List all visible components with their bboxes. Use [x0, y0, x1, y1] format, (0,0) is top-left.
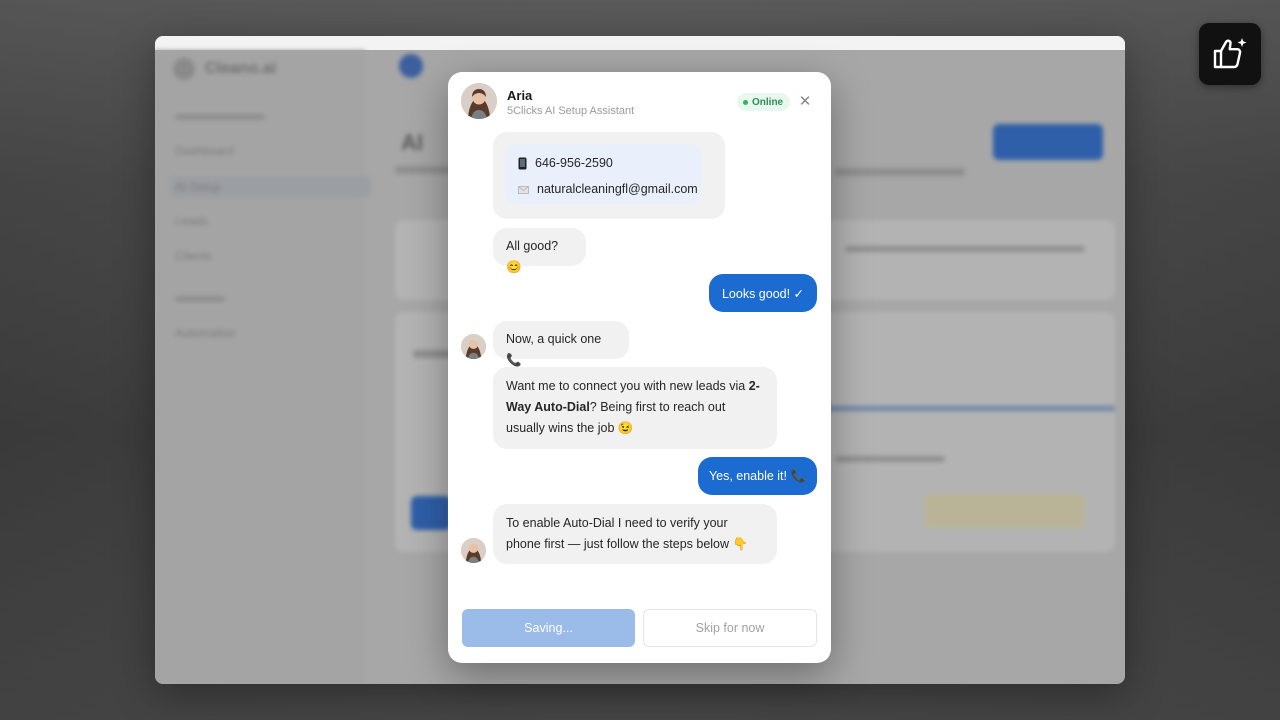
assistant-name: Aria [507, 88, 533, 103]
dialog-footer: Saving... Skip for now [448, 600, 831, 663]
assistant-avatar [461, 83, 497, 119]
close-button[interactable]: ✕ [796, 92, 814, 110]
chat-thread: 646-956-2590 naturalcleaningfl@gmail.com… [448, 130, 831, 600]
reply-looks-good: Looks good! ✓ [709, 274, 817, 312]
contact-phone: 646-956-2590 [535, 156, 613, 170]
sidebar-item-ai-setup[interactable]: AI Setup [169, 176, 371, 198]
autodial-text-pre: Want me to connect you with new leads vi… [506, 379, 749, 393]
sidebar-item-automation[interactable]: Automation [175, 326, 236, 340]
online-dot-icon [743, 99, 748, 105]
page-title: AI [401, 130, 423, 155]
bg-primary-button [993, 124, 1103, 160]
saving-button[interactable]: Saving... [462, 609, 635, 647]
thumbs-up-sparkle-icon [1213, 38, 1247, 69]
reply-enable: Yes, enable it! 📞 [698, 457, 817, 495]
message-verify-phone: To enable Auto-Dial I need to verify you… [493, 504, 777, 564]
mail-icon [518, 185, 529, 194]
assistant-subtitle: 5Clicks AI Setup Assistant [507, 105, 635, 117]
contact-email: naturalcleaningfl@gmail.com [537, 182, 698, 196]
bg-button-2 [411, 496, 451, 530]
contact-email-row: naturalcleaningfl@gmail.com [518, 179, 698, 200]
app-logo-text: Cleano.ai [205, 60, 277, 77]
status-badge: Online [737, 93, 791, 111]
app-topbar [155, 36, 1125, 50]
message-all-good: All good? 😊 [493, 228, 586, 274]
sidebar-item-clients[interactable]: Clients [175, 249, 212, 263]
skip-button[interactable]: Skip for now [643, 609, 817, 647]
assistant-avatar-small [461, 538, 486, 563]
sidebar-item-dashboard[interactable]: Dashboard [175, 144, 234, 158]
app-sidebar: Cleano.ai Dashboard AI Setup Leads Clien… [155, 50, 371, 684]
contact-card: 646-956-2590 naturalcleaningfl@gmail.com [506, 144, 701, 204]
message-contact-details: 646-956-2590 naturalcleaningfl@gmail.com [493, 132, 725, 219]
phone-icon [518, 157, 527, 170]
sidebar-section-label [175, 114, 265, 120]
bg-text-line [845, 246, 1085, 252]
bg-yellow-notice [925, 494, 1085, 528]
message-autodial-offer: Want me to connect you with new leads vi… [493, 367, 777, 449]
close-icon: ✕ [798, 93, 812, 110]
assistant-avatar-small [461, 334, 486, 359]
bg-text-line [413, 350, 453, 358]
bg-text-line [395, 166, 455, 174]
bg-text-line [835, 456, 945, 462]
message-quick-one: Now, a quick one 📞 [493, 321, 629, 367]
user-avatar [399, 54, 423, 78]
sidebar-section-label-2 [175, 296, 225, 302]
bg-text-line [835, 168, 965, 176]
like-button[interactable] [1199, 23, 1261, 85]
dialog-header: Aria 5Clicks AI Setup Assistant Online ✕ [448, 72, 831, 130]
bg-link-line [825, 406, 1115, 411]
app-logo-icon [173, 58, 195, 80]
contact-phone-row: 646-956-2590 [518, 153, 613, 174]
status-label: Online [752, 96, 784, 108]
assistant-dialog: Aria 5Clicks AI Setup Assistant Online ✕… [448, 72, 831, 663]
sidebar-item-leads[interactable]: Leads [175, 214, 208, 228]
